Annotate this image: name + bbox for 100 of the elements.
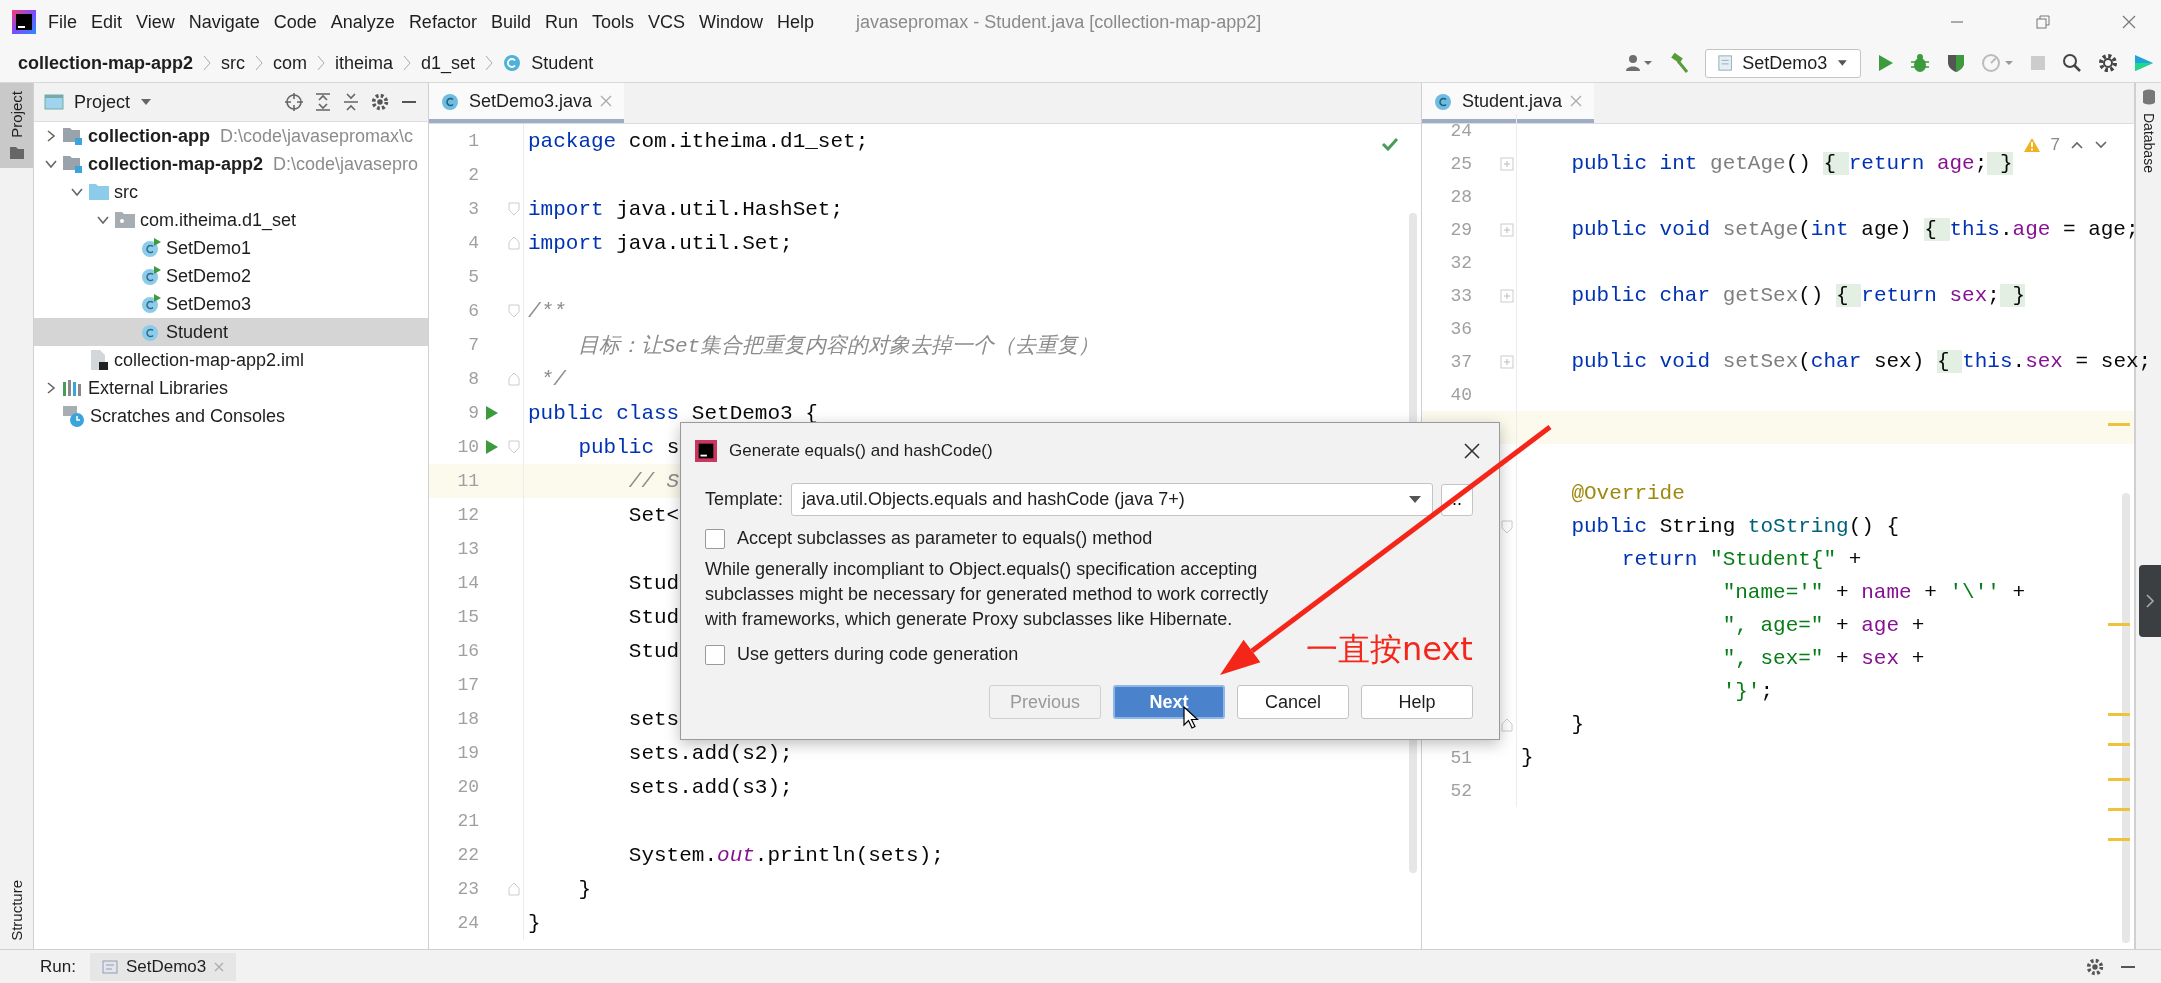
menu-item[interactable]: Refactor [408,11,477,33]
menu-item[interactable]: View [136,11,175,33]
folder-icon [88,183,110,201]
hammer-icon[interactable] [1669,52,1691,74]
plugin-logo-icon[interactable] [2133,52,2155,74]
tree-item[interactable]: collection-app D:\code\javasepromax\c [34,122,428,150]
breadcrumb-item[interactable]: itheima [335,52,394,74]
expand-icon[interactable] [1500,288,1514,303]
fold-icon[interactable] [1501,717,1513,732]
editor-tab[interactable]: SetDemo3.java [429,83,625,123]
menu-item[interactable]: Help [777,11,815,33]
chevron-down-icon[interactable] [2094,140,2108,150]
module-icon [62,154,84,174]
run-config-dropdown[interactable]: SetDemo3 [1705,48,1861,78]
cursor-icon [1183,706,1199,730]
tool-window-button[interactable]: Database [2136,83,2161,179]
tree-item[interactable]: Scratches and Consoles [34,402,428,430]
shield-icon[interactable] [1945,52,1967,74]
tree-item[interactable]: SetDemo2 [34,262,428,290]
tree-item[interactable]: External Libraries [34,374,428,402]
bug-icon[interactable] [1909,52,1931,74]
breadcrumb-item[interactable]: src [221,52,246,74]
menu-item[interactable]: Edit [91,11,123,33]
line-number: 6 [468,301,479,321]
settings-icon[interactable] [370,92,390,112]
breadcrumb-item[interactable]: d1_set [421,52,476,74]
checkbox-label[interactable]: Accept subclasses as parameter to equals() method [737,528,1153,549]
tree-item[interactable]: collection-map-app2.iml [34,346,428,374]
scrollbar[interactable] [2122,493,2130,943]
line-number: 23 [457,879,479,899]
tree-item[interactable]: collection-map-app2 D:\code\javasepro [34,150,428,178]
fold-icon[interactable] [508,202,520,216]
expand-handle[interactable] [2139,565,2161,637]
dialog-button[interactable]: Cancel [1237,685,1349,719]
menu-item[interactable]: Tools [591,11,634,33]
menu-item[interactable]: Window [699,11,764,33]
class-icon [140,238,162,258]
caret-icon[interactable] [140,98,153,106]
tree-item[interactable]: src [34,178,428,206]
expand-icon[interactable] [1500,222,1514,237]
menu-item[interactable]: Code [273,11,317,33]
expand-icon[interactable] [1500,156,1514,171]
breadcrumb-item[interactable]: collection-map-app2 [18,52,194,74]
dialog-button[interactable]: Help [1361,685,1473,719]
dialog-button[interactable]: Next [1113,685,1225,719]
profiler-icon[interactable] [1981,52,2015,74]
menu-item[interactable]: Analyze [330,11,395,33]
tree-item[interactable]: Student [34,318,428,346]
run-icon[interactable] [485,439,499,455]
breadcrumb-item[interactable]: Student [531,52,594,74]
editor-tab[interactable]: Student.java [1422,83,1595,123]
line-number: 1 [468,131,479,151]
warning-count[interactable]: 7 [2050,135,2060,155]
stop-icon[interactable] [2029,54,2047,72]
tree-item[interactable]: SetDemo1 [34,234,428,262]
chevron-up-icon[interactable] [2070,140,2084,150]
fold-icon[interactable] [508,440,520,454]
line-number: 10 [457,437,479,457]
checkbox[interactable] [705,528,725,549]
tree-item[interactable]: com.itheima.d1_set [34,206,428,234]
run-icon[interactable] [485,405,499,421]
tree-item[interactable]: SetDemo3 [34,290,428,318]
breadcrumb-item[interactable]: com [273,52,308,74]
settings-icon[interactable] [2085,956,2105,977]
window-icon [44,94,64,110]
template-dropdown[interactable]: java.util.Objects.equals and hashCode (java 7+) [791,483,1433,516]
run-tab[interactable]: SetDemo3 [89,952,237,981]
user-icon[interactable] [1625,53,1655,73]
checkbox-label[interactable]: Use getters during code generation [737,644,1019,665]
tool-window-button[interactable]: Structure [0,872,33,949]
menu-item[interactable]: Navigate [188,11,260,33]
fold-icon[interactable] [508,304,520,318]
menu-item[interactable]: File [48,11,77,33]
menu-item[interactable]: VCS [648,11,685,33]
line-number: 25 [1450,153,1472,174]
warning-icon[interactable] [2022,137,2041,153]
fold-icon[interactable] [508,882,520,896]
expand-icon[interactable] [1500,354,1514,369]
checkmark-icon[interactable] [1381,137,1399,151]
line-number: 9 [468,403,479,423]
fold-icon[interactable] [1501,519,1513,534]
collapse-all-icon[interactable] [342,92,360,112]
expand-all-icon[interactable] [314,92,332,112]
window-title: javasepromax - Student.java [collection-map-app2] [856,11,1262,33]
restore-icon[interactable] [2035,14,2051,30]
line-number: 32 [1450,252,1472,273]
code-line: public String toString() { [1570,515,1900,538]
search-icon[interactable] [2061,52,2083,74]
fold-icon[interactable] [508,236,520,250]
checkbox[interactable] [705,644,725,665]
close-icon[interactable] [1463,442,1481,460]
line-number: 15 [457,607,479,627]
menu-item[interactable]: Build [490,11,531,33]
settings-icon[interactable] [2097,52,2119,74]
menu-item[interactable]: Run [544,11,578,33]
fold-icon[interactable] [508,372,520,386]
locate-icon[interactable] [284,92,304,112]
tool-window-button[interactable]: Project [0,83,33,168]
code-line: package com.itheima.d1_set; [528,129,869,153]
panel-title[interactable]: Project [74,91,131,113]
